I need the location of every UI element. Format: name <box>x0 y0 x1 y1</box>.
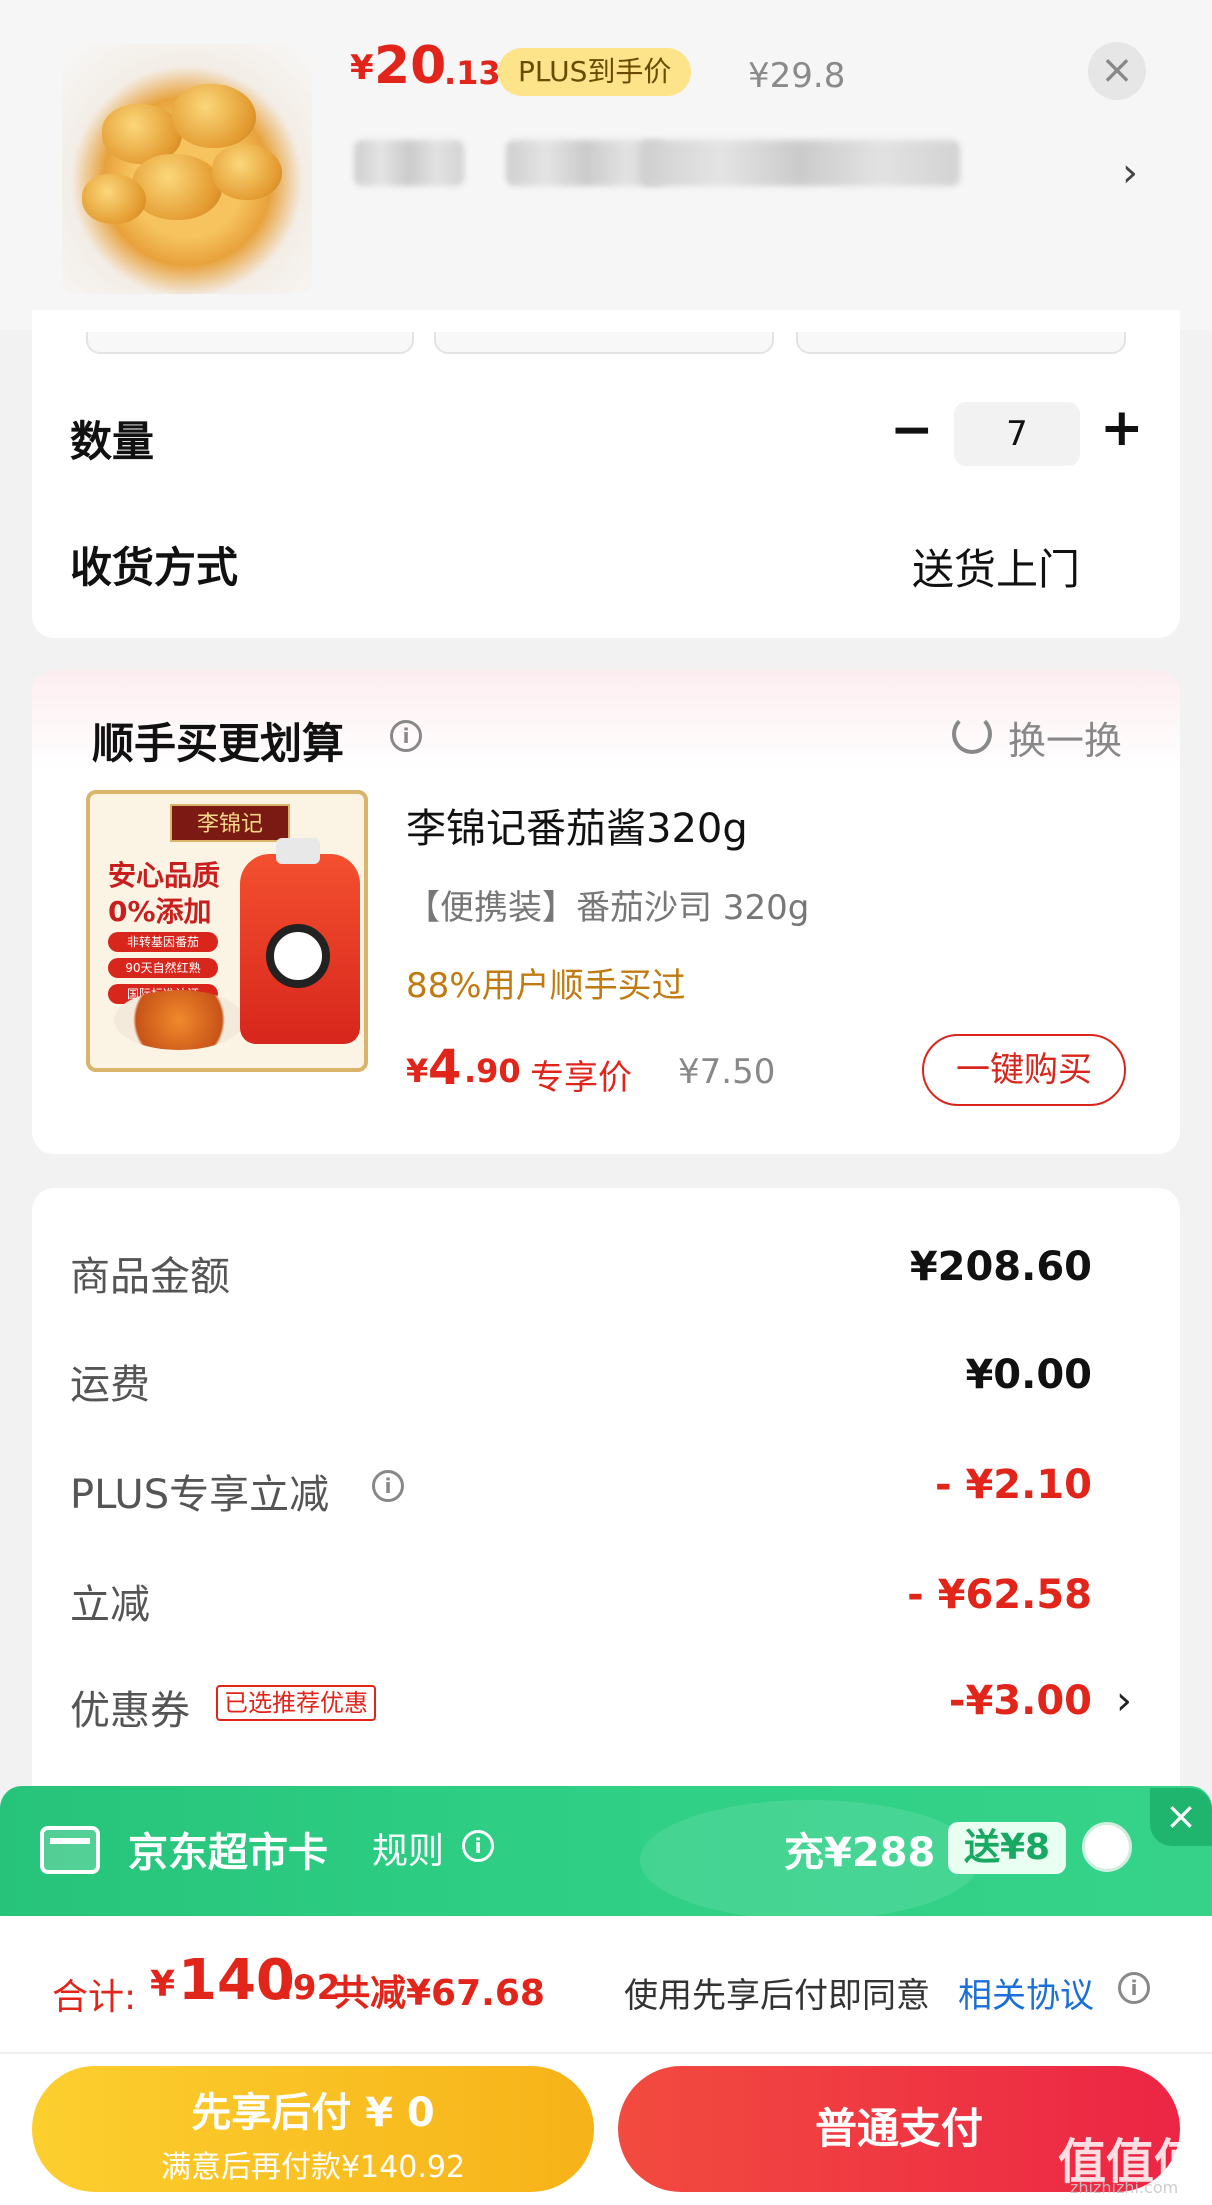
summary-label-shipping: 运费 <box>70 1362 150 1408</box>
total-currency: ¥ <box>150 1964 176 2005</box>
one-click-buy-button[interactable]: 一键购买 <box>922 1034 1126 1106</box>
chevron-right-icon[interactable]: › <box>1122 150 1138 196</box>
card-icon <box>40 1826 100 1874</box>
info-icon[interactable]: i <box>1118 1972 1150 2004</box>
summary-value-goods: ¥208.60 <box>909 1244 1092 1290</box>
summary-label-instant-discount: 立减 <box>70 1582 150 1628</box>
pay-later-button[interactable]: 先享后付 ¥ 0 满意后再付款¥140.92 <box>32 2066 594 2192</box>
refresh-icon[interactable] <box>952 714 992 754</box>
agreement-text: 使用先享后付即同意 <box>624 1976 930 2016</box>
image-tag: 非转基因番茄 <box>108 932 218 952</box>
product-thumbnail[interactable] <box>62 44 312 294</box>
ketchup-product-image[interactable]: 李锦记 安心品质 0%添加 非转基因番茄 90天自然红熟 国际标准认证 <box>86 790 368 1072</box>
supermarket-card-charge: 充¥288 <box>784 1830 936 1876</box>
quantity-label: 数量 <box>70 417 155 466</box>
delivery-method-value[interactable]: 送货上门 <box>912 536 1080 597</box>
quantity-value[interactable]: 7 <box>954 402 1080 466</box>
cross-sell-original-price: ¥7.50 <box>678 1052 776 1092</box>
price-currency: ¥ <box>350 48 374 88</box>
summary-value-instant-discount: - ¥62.58 <box>907 1572 1092 1618</box>
coupon-recommended-tag: 已选推荐优惠 <box>216 1685 376 1721</box>
cross-sell-price-integer: 4 <box>428 1040 462 1096</box>
info-icon[interactable]: i <box>390 720 422 752</box>
divider <box>0 2052 1212 2054</box>
cross-sell-price-decimal: .90 <box>464 1052 521 1090</box>
supermarket-card-toggle[interactable] <box>1082 1822 1132 1872</box>
summary-label-coupon[interactable]: 优惠券 <box>70 1678 190 1736</box>
blurred-title-segment <box>354 140 464 186</box>
quantity-plus-button[interactable]: + <box>1100 398 1144 458</box>
supermarket-card-gift-badge: 送¥8 <box>948 1822 1067 1874</box>
spec-option[interactable] <box>796 332 1126 354</box>
summary-label-goods: 商品金额 <box>70 1254 230 1300</box>
panda-image <box>266 924 330 988</box>
supermarket-card-title: 京东超市卡 <box>128 1830 328 1876</box>
image-slogan-2: 0%添加 <box>108 895 212 928</box>
spec-option[interactable] <box>86 332 414 354</box>
total-label: 合计: <box>52 1977 137 2018</box>
summary-value-shipping: ¥0.00 <box>965 1352 1092 1398</box>
supermarket-card-rule[interactable]: 规则 <box>372 1822 444 1874</box>
info-icon[interactable]: i <box>372 1470 404 1502</box>
total-decimal: .92 <box>280 1968 341 2008</box>
agreement-link[interactable]: 相关协议 <box>958 1968 1094 2017</box>
cross-sell-title: 顺手买更划算 <box>92 719 345 768</box>
quantity-minus-button[interactable]: − <box>890 400 934 460</box>
chevron-right-icon[interactable]: › <box>1116 1678 1132 1724</box>
refresh-button[interactable]: 换一换 <box>1008 710 1122 765</box>
close-icon[interactable]: × <box>1150 1788 1212 1846</box>
watermark-url: zhizhizhi.com <box>1070 2178 1179 2197</box>
delivery-label: 收货方式 <box>70 543 239 592</box>
info-icon[interactable]: i <box>462 1830 494 1862</box>
blurred-title-segment <box>640 140 960 186</box>
dish-image <box>114 990 244 1050</box>
cross-sell-product-subtitle: 【便携装】番茄沙司 320g <box>406 888 810 928</box>
spec-option[interactable] <box>434 332 774 354</box>
close-icon[interactable]: × <box>1088 42 1146 100</box>
total-integer: 140 <box>178 1948 295 2013</box>
summary-value-plus-discount: - ¥2.10 <box>934 1462 1092 1508</box>
cross-sell-hint: 88%用户顺手买过 <box>406 966 686 1006</box>
image-tag: 90天自然红熟 <box>108 958 218 978</box>
price-integer: 20 <box>374 36 447 96</box>
total-saved: 共减¥67.68 <box>334 1973 545 2014</box>
pay-later-title: 先享后付 ¥ 0 <box>191 2090 435 2136</box>
pouch-cap <box>276 838 320 864</box>
pay-later-subtitle: 满意后再付款¥140.92 <box>160 2150 466 2185</box>
brand-logo: 李锦记 <box>170 804 290 842</box>
cross-sell-price-currency: ¥ <box>406 1052 429 1090</box>
image-slogan-1: 安心品质 <box>108 859 221 892</box>
cross-sell-product-name[interactable]: 李锦记番茄酱320g <box>406 796 748 854</box>
price-decimal: .13 <box>444 54 501 92</box>
exclusive-price-label: 专享价 <box>530 1058 632 1098</box>
summary-label-plus-discount: PLUS专享立减 <box>70 1472 330 1518</box>
plus-price-tag: PLUS到手价 <box>498 48 692 96</box>
original-price: ¥29.8 <box>748 56 846 96</box>
summary-value-coupon[interactable]: -¥3.00 <box>780 1678 1092 1724</box>
